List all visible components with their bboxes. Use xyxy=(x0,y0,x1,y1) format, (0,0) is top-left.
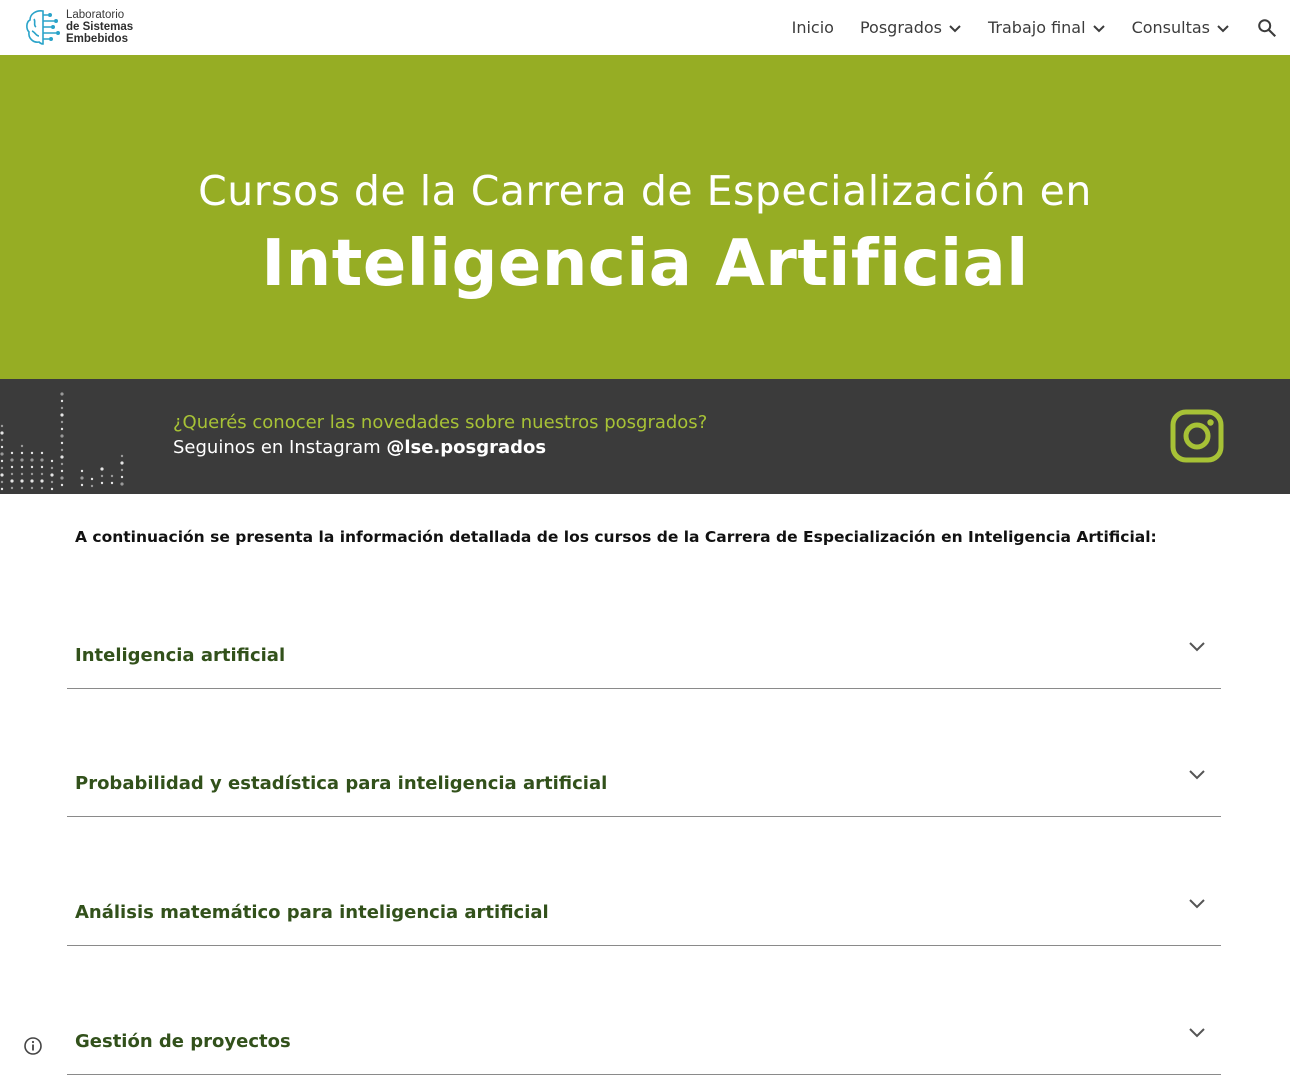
accordion-gestion-de-proyectos[interactable]: Gestión de proyectos xyxy=(67,1015,1221,1075)
nav-trabajo-final[interactable]: Trabajo final xyxy=(988,18,1106,37)
accordion-title: Inteligencia artificial xyxy=(75,645,286,666)
nav-consultas[interactable]: Consultas xyxy=(1132,18,1230,37)
nav-trabajo-final-label: Trabajo final xyxy=(988,18,1086,37)
accordion-inteligencia-artificial[interactable]: Inteligencia artificial xyxy=(67,629,1221,689)
nav-posgrados[interactable]: Posgrados xyxy=(860,18,962,37)
chevron-down-icon[interactable] xyxy=(1216,21,1230,35)
hero-subtitle: Cursos de la Carrera de Especialización … xyxy=(198,167,1092,215)
chevron-down-icon[interactable] xyxy=(1187,1026,1207,1040)
site-logo[interactable]: Laboratorio de Sistemas Embebidos xyxy=(24,6,144,48)
instagram-banner: ¿Querés conocer las novedades sobre nues… xyxy=(0,379,1290,494)
banner-question: ¿Querés conocer las novedades sobre nues… xyxy=(173,412,708,433)
accordion-analisis-matematico[interactable]: Análisis matemático para inteligencia ar… xyxy=(67,886,1221,946)
search-icon[interactable] xyxy=(1256,17,1278,39)
logo-line-2: de Sistemas xyxy=(66,21,134,33)
nav-consultas-label: Consultas xyxy=(1131,18,1210,37)
dot-pattern-decoration xyxy=(0,392,124,491)
accordion-title: Análisis matemático para inteligencia ar… xyxy=(75,902,549,923)
top-navigation-bar: Laboratorio de Sistemas Embebidos Inicio… xyxy=(0,0,1290,55)
chevron-down-icon[interactable] xyxy=(948,21,962,35)
info-icon[interactable] xyxy=(23,1036,43,1056)
accordion-title: Probabilidad y estadística para intelige… xyxy=(75,773,608,794)
intro-text: A continuación se presenta la informació… xyxy=(75,528,1157,546)
hero-section: Cursos de la Carrera de Especialización … xyxy=(0,55,1290,379)
brain-circuit-icon xyxy=(26,10,60,45)
instagram-handle[interactable]: @lse.posgrados xyxy=(386,437,546,458)
logo-line-3: Embebidos xyxy=(66,33,128,45)
instagram-icon[interactable] xyxy=(1168,407,1226,465)
logo-text: Laboratorio de Sistemas Embebidos xyxy=(66,9,133,45)
chevron-down-icon[interactable] xyxy=(1187,640,1207,654)
logo-line-1: Laboratorio xyxy=(66,9,125,21)
banner-follow-text: Seguinos en Instagram @lse.posgrados xyxy=(173,437,546,458)
accordion-probabilidad[interactable]: Probabilidad y estadística para intelige… xyxy=(67,757,1221,817)
chevron-down-icon[interactable] xyxy=(1187,768,1207,782)
hero-title: Inteligencia Artificial xyxy=(261,227,1029,301)
nav-inicio-label: Inicio xyxy=(791,18,834,37)
main-nav: Inicio Posgrados Trabajo final Consultas xyxy=(792,0,1290,55)
nav-inicio[interactable]: Inicio xyxy=(792,18,834,37)
nav-posgrados-label: Posgrados xyxy=(859,18,942,37)
chevron-down-icon[interactable] xyxy=(1187,897,1207,911)
accordion-title: Gestión de proyectos xyxy=(75,1031,291,1052)
chevron-down-icon[interactable] xyxy=(1092,21,1106,35)
banner-follow-prefix: Seguinos en Instagram xyxy=(173,437,387,458)
